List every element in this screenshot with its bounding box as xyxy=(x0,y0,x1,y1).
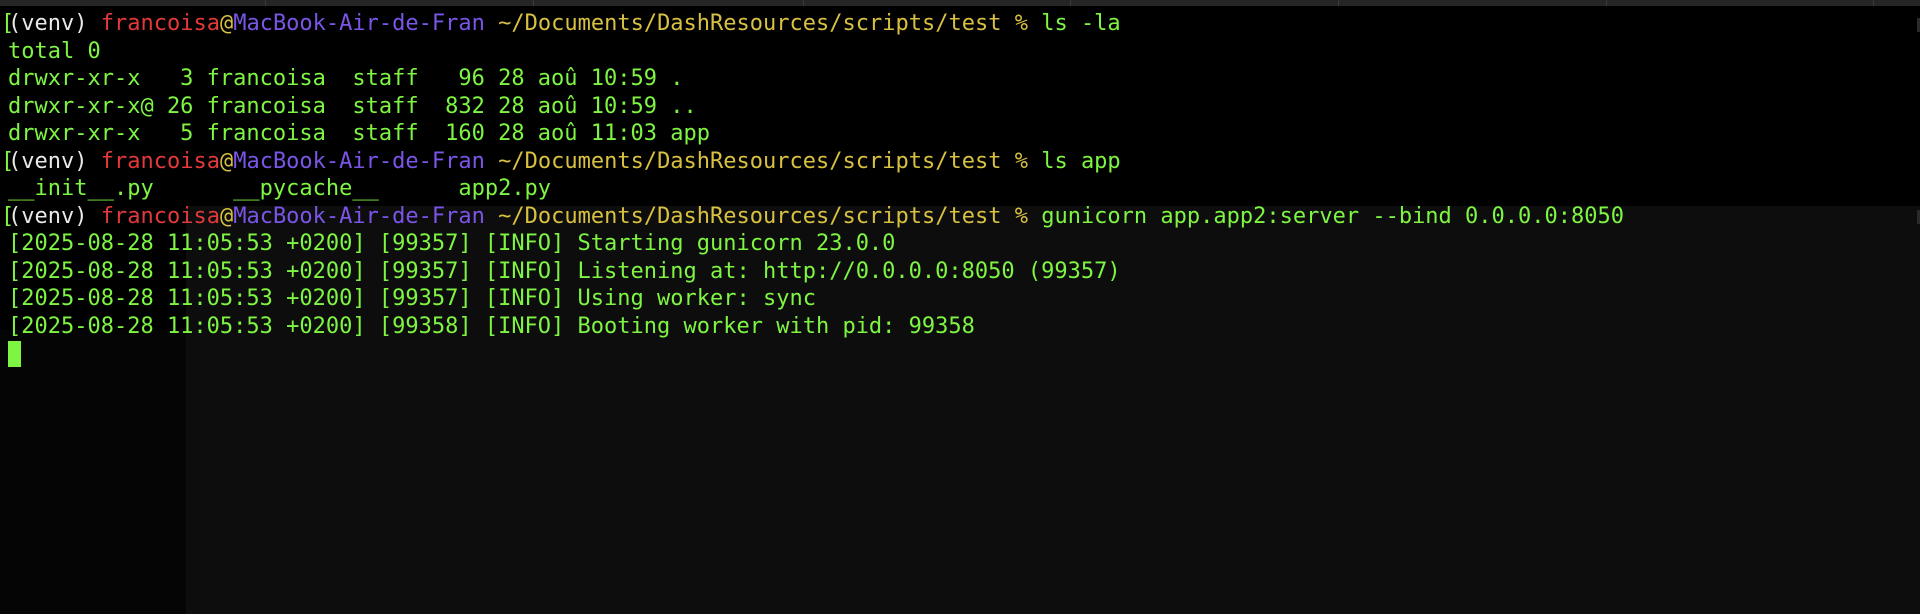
tab-divider xyxy=(1070,0,1071,6)
prompt-at: @ xyxy=(219,203,234,229)
log-line: [2025-08-28 11:05:53 +0200] [99357] [INF… xyxy=(8,258,1121,284)
output-line: drwxr-xr-x 3 francoisa staff 96 28 aoû 1… xyxy=(8,66,684,91)
tab-divider xyxy=(803,0,804,6)
top-tab-strip xyxy=(0,0,1920,6)
prompt-user: francoisa xyxy=(100,203,220,229)
prompt-at: @ xyxy=(219,11,234,36)
prompt-host: MacBook-Air-de-Fran xyxy=(233,203,485,229)
prompt-line: [(venv) francoisa@MacBook-Air-de-Fran ~/… xyxy=(1,203,1624,229)
prompt-venv: (venv) xyxy=(8,203,88,229)
prompt-venv: (venv) xyxy=(8,11,88,36)
terminal-window[interactable]: [(venv) francoisa@MacBook-Air-de-Fran ~/… xyxy=(0,10,1920,368)
prompt-at: @ xyxy=(219,148,234,174)
prompt-line: [(venv) francoisa@MacBook-Air-de-Fran ~/… xyxy=(1,148,1121,174)
prompt-host: MacBook-Air-de-Fran xyxy=(233,148,485,174)
log-line: [2025-08-28 11:05:53 +0200] [99357] [INF… xyxy=(8,286,816,311)
prompt-host: MacBook-Air-de-Fran xyxy=(233,11,485,36)
command-text: ls -la xyxy=(1041,11,1121,36)
prompt-symbol: % xyxy=(1014,203,1028,229)
command-text: ls app xyxy=(1041,148,1121,174)
command-text: gunicorn app.app2:server --bind 0.0.0.0:… xyxy=(1041,203,1624,229)
prompt-path: ~/Documents/DashResources/scripts/test xyxy=(498,148,1002,174)
log-line: [2025-08-28 11:05:53 +0200] [99357] [INF… xyxy=(8,231,896,256)
log-line: [2025-08-28 11:05:53 +0200] [99358] [INF… xyxy=(8,313,975,339)
tab-divider xyxy=(265,0,266,6)
background-sidebar xyxy=(0,330,186,614)
output-line: total 0 xyxy=(8,38,101,64)
prompt-path: ~/Documents/DashResources/scripts/test xyxy=(498,11,1002,36)
output-line: __init__.py __pycache__ app2.py xyxy=(8,176,552,201)
output-line: drwxr-xr-x@ 26 francoisa staff 832 28 ao… xyxy=(8,93,697,119)
text-cursor xyxy=(8,341,21,367)
prompt-symbol: % xyxy=(1014,11,1028,36)
prompt-user: francoisa xyxy=(100,11,220,36)
prompt-venv: (venv) xyxy=(8,148,88,174)
tab-divider xyxy=(1606,0,1607,6)
output-line: drwxr-xr-x 5 francoisa staff 160 28 aoû … xyxy=(8,121,710,146)
prompt-symbol: % xyxy=(1014,148,1028,174)
tab-divider xyxy=(1338,0,1339,6)
cursor-line[interactable] xyxy=(8,340,1920,368)
tab-divider xyxy=(533,0,534,6)
prompt-path: ~/Documents/DashResources/scripts/test xyxy=(498,203,1002,229)
prompt-line: [(venv) francoisa@MacBook-Air-de-Fran ~/… xyxy=(1,11,1121,36)
prompt-user: francoisa xyxy=(100,148,220,174)
tab-divider xyxy=(1873,0,1874,6)
